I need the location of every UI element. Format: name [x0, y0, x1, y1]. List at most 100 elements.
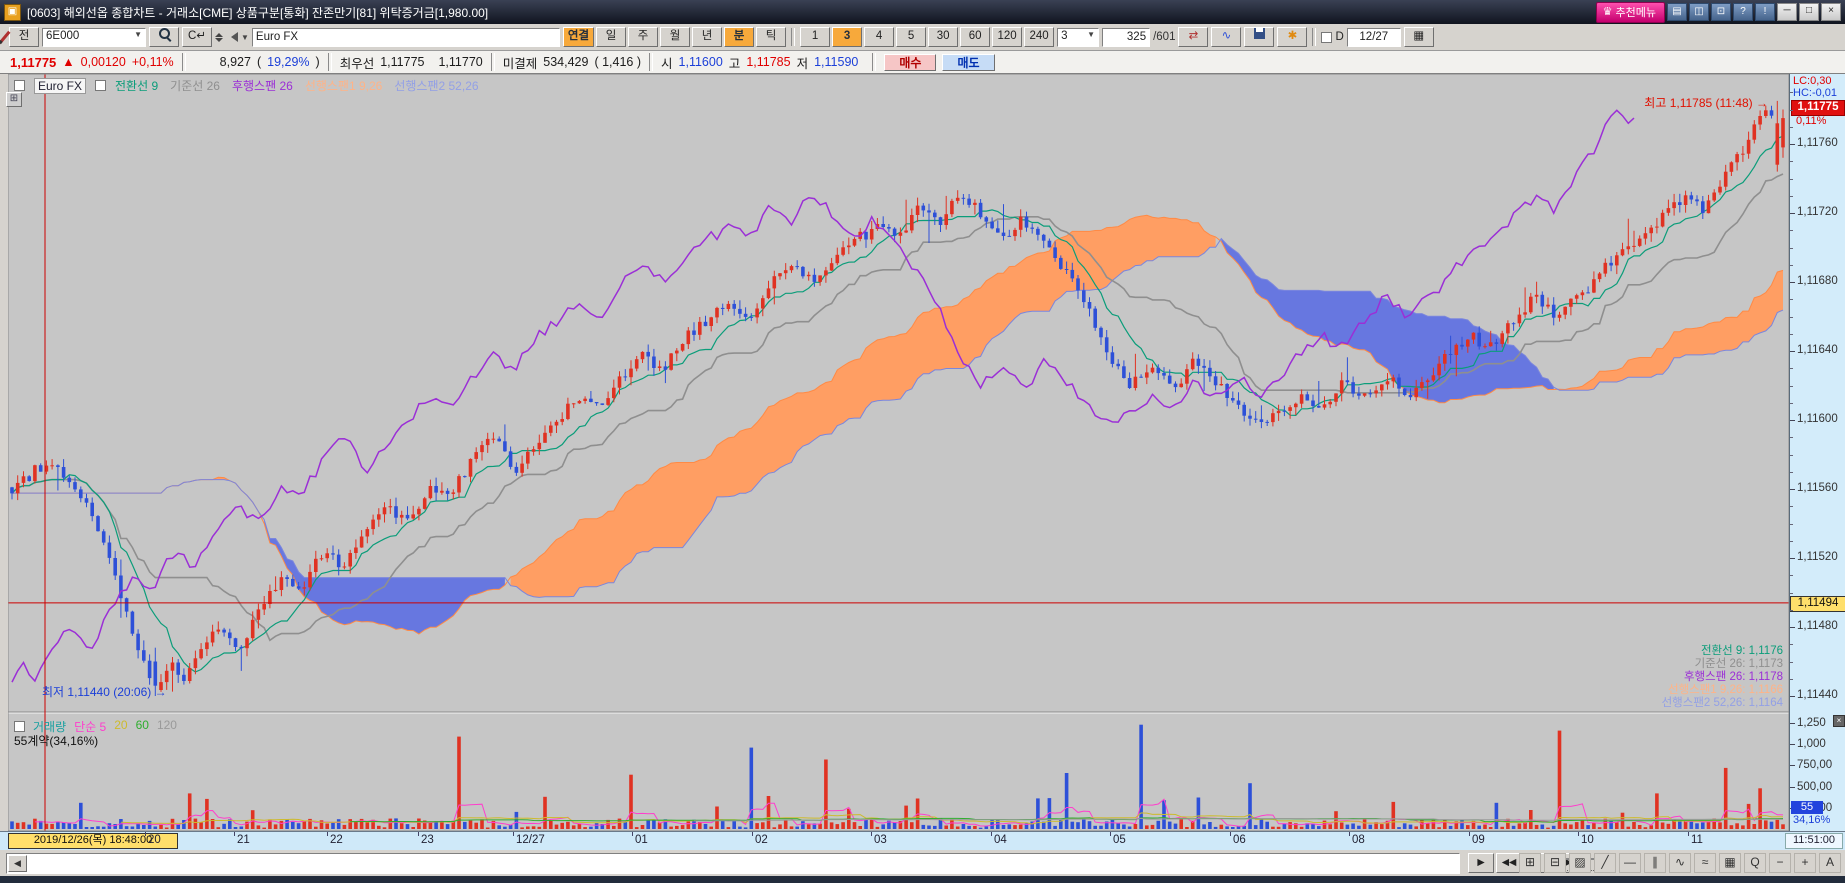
symbol-checkbox[interactable]	[14, 80, 25, 91]
volume-current-box: 55	[1791, 801, 1823, 814]
interval-select[interactable]: 3▼	[1057, 28, 1099, 47]
ichimoku-readout: 전환선 9: 1,1176기준선 26: 1,1173후행스팬 26: 1,11…	[1662, 645, 1783, 710]
time-label: 02	[755, 834, 768, 846]
symbol-name-input[interactable]	[252, 28, 560, 47]
chevron-down-icon[interactable]: ▼	[241, 33, 249, 42]
symbol-code-combobox[interactable]: 6E000▼	[42, 28, 146, 47]
time-label: 12/27	[516, 834, 545, 846]
save-chart-button[interactable]	[1244, 27, 1274, 47]
end-time-label: 11:51:00	[1785, 833, 1843, 849]
divider	[1312, 28, 1316, 46]
current-price-button[interactable]: C↵	[182, 27, 212, 47]
volume-percent-label: 34,16%	[1793, 814, 1830, 826]
time-axis[interactable]: 2019/12/26(목) 18:48:00 2021222312/270102…	[0, 831, 1845, 850]
period-button-분[interactable]: 분	[724, 27, 754, 47]
settings-button[interactable]: ✱	[1277, 27, 1307, 47]
time-label: 05	[1113, 834, 1126, 846]
period-button-group: 연결일주월년분틱	[563, 27, 786, 47]
chart-window-icon[interactable]: ▤	[1667, 3, 1687, 21]
time-label: 23	[421, 834, 434, 846]
time-label: 03	[874, 834, 887, 846]
ichimoku-legend: 전환선 9기준선 26후행스팬 26선행스팬1 9,26선행스팬2 52,26	[115, 77, 479, 94]
chart-canvas[interactable]	[8, 74, 1789, 831]
period-button-주[interactable]: 주	[628, 27, 658, 47]
zoom-tool-icon[interactable]: Q	[1744, 853, 1766, 873]
indicator-checkbox[interactable]	[95, 80, 106, 91]
search-icon	[159, 28, 170, 39]
interval-button-4[interactable]: 4	[864, 27, 894, 47]
text-tool-icon[interactable]: A	[1819, 853, 1841, 873]
scrollbar-left-arrow[interactable]: ◀	[8, 855, 27, 872]
zoom-in-icon[interactable]: +	[1794, 853, 1816, 873]
best-quote-label: 최우선	[340, 53, 375, 72]
chart-symbol-label: Euro FX	[34, 78, 86, 94]
period-button-연결[interactable]: 연결	[563, 27, 594, 47]
period-button-월[interactable]: 월	[660, 27, 690, 47]
session-high-annotation: 최고 1,11785 (11:48) →	[1644, 94, 1768, 111]
app-window: { "window": { "title": "[0603] 해외선옵 종합차트…	[0, 0, 1845, 880]
spinner-control[interactable]	[215, 33, 223, 42]
interval-button-30[interactable]: 30	[928, 27, 958, 47]
period-button-틱[interactable]: 틱	[756, 27, 786, 47]
bar-position-input[interactable]	[1102, 28, 1150, 47]
alert-icon[interactable]: !	[1755, 3, 1775, 21]
interval-button-1[interactable]: 1	[800, 27, 830, 47]
grid-toggle-icon[interactable]: ⊞	[6, 92, 22, 107]
chart-area: Euro FX 전환선 9기준선 26후행스팬 26선행스팬1 9,26선행스팬…	[0, 74, 1845, 831]
window-add-icon[interactable]: ⊞	[1519, 853, 1541, 873]
play-icon[interactable]: ▶	[1468, 853, 1494, 873]
chart-edit-button[interactable]: ∿	[1211, 27, 1241, 47]
recommend-menu-button[interactable]: ♛추천메뉴	[1596, 2, 1665, 23]
interval-button-5[interactable]: 5	[896, 27, 926, 47]
interval-button-60[interactable]: 60	[960, 27, 990, 47]
period-button-년[interactable]: 년	[692, 27, 722, 47]
region-select-icon[interactable]: ▨	[1569, 853, 1591, 873]
split-window-icon[interactable]: ◫	[1689, 3, 1709, 21]
interval-button-120[interactable]: 120	[992, 27, 1022, 47]
minimize-button[interactable]: ─	[1777, 3, 1797, 21]
interval-button-3[interactable]: 3	[832, 27, 862, 47]
quote-strip: 1,11775 ▲ 0,00120 +0,11% 8,927 ( 19,29% …	[0, 51, 1845, 74]
date-input[interactable]	[1347, 28, 1401, 47]
time-label: 09	[1472, 834, 1485, 846]
zoom-out-icon[interactable]: −	[1769, 853, 1791, 873]
jeon-button[interactable]: 전	[9, 27, 39, 47]
close-button[interactable]: ×	[1821, 3, 1841, 21]
sell-button[interactable]: 매도	[942, 54, 994, 71]
window-cascade-icon[interactable]: ⊟	[1544, 853, 1566, 873]
readout-line: 선행스팬2 52,26: 1,1164	[1662, 697, 1783, 710]
sound-alert-icon[interactable]	[226, 32, 238, 42]
calendar-button[interactable]: ▦	[1404, 27, 1434, 47]
d-checkbox[interactable]	[1321, 32, 1332, 43]
volume-pane-close-icon[interactable]: ×	[1833, 715, 1845, 727]
low-label: 저	[797, 53, 809, 72]
crown-icon: ♛	[1603, 5, 1613, 18]
pattern-tool-icon[interactable]: ≈	[1694, 853, 1716, 873]
legend-item: 전환선 9	[115, 77, 158, 94]
time-label: 06	[1233, 834, 1246, 846]
readout-line: 선행스팬1 9,26: 1,1166	[1662, 684, 1783, 697]
price-tick	[1790, 627, 1795, 628]
symbol-search-button[interactable]	[149, 27, 179, 47]
horizontal-line-icon[interactable]: ―	[1619, 853, 1641, 873]
hc-value: HC:-0,01	[1793, 87, 1837, 99]
toolbar: 전 6E000▼ C↵ ▼ 연결일주월년분틱 13453060120240 3▼…	[0, 24, 1845, 51]
popup-icon[interactable]: ⊡	[1711, 3, 1731, 21]
compare-button[interactable]: ⇄	[1178, 27, 1208, 47]
trendline-icon[interactable]: ╱	[1594, 853, 1616, 873]
channel-icon[interactable]: ∥	[1644, 853, 1666, 873]
buy-button[interactable]: 매수	[884, 54, 936, 71]
period-button-일[interactable]: 일	[596, 27, 626, 47]
chart-image-icon[interactable]: ▦	[1719, 853, 1741, 873]
price-axis[interactable]: LC:0,30 HC:-0,01 1,11775 0,11% 1,11494 1…	[1789, 74, 1845, 831]
app-icon: ▣	[4, 4, 21, 21]
scrollbar-track[interactable]	[6, 853, 1460, 874]
help-icon[interactable]: ?	[1733, 3, 1753, 21]
wave-edit-icon: ∿	[1222, 30, 1232, 42]
wave-tool-icon[interactable]: ∿	[1669, 853, 1691, 873]
interval-button-240[interactable]: 240	[1024, 27, 1054, 47]
volume-checkbox[interactable]	[14, 721, 25, 732]
price-tick-label: 1,11520	[1797, 551, 1838, 563]
volume-percent: 19,29%	[267, 55, 309, 69]
maximize-button[interactable]: □	[1799, 3, 1819, 21]
